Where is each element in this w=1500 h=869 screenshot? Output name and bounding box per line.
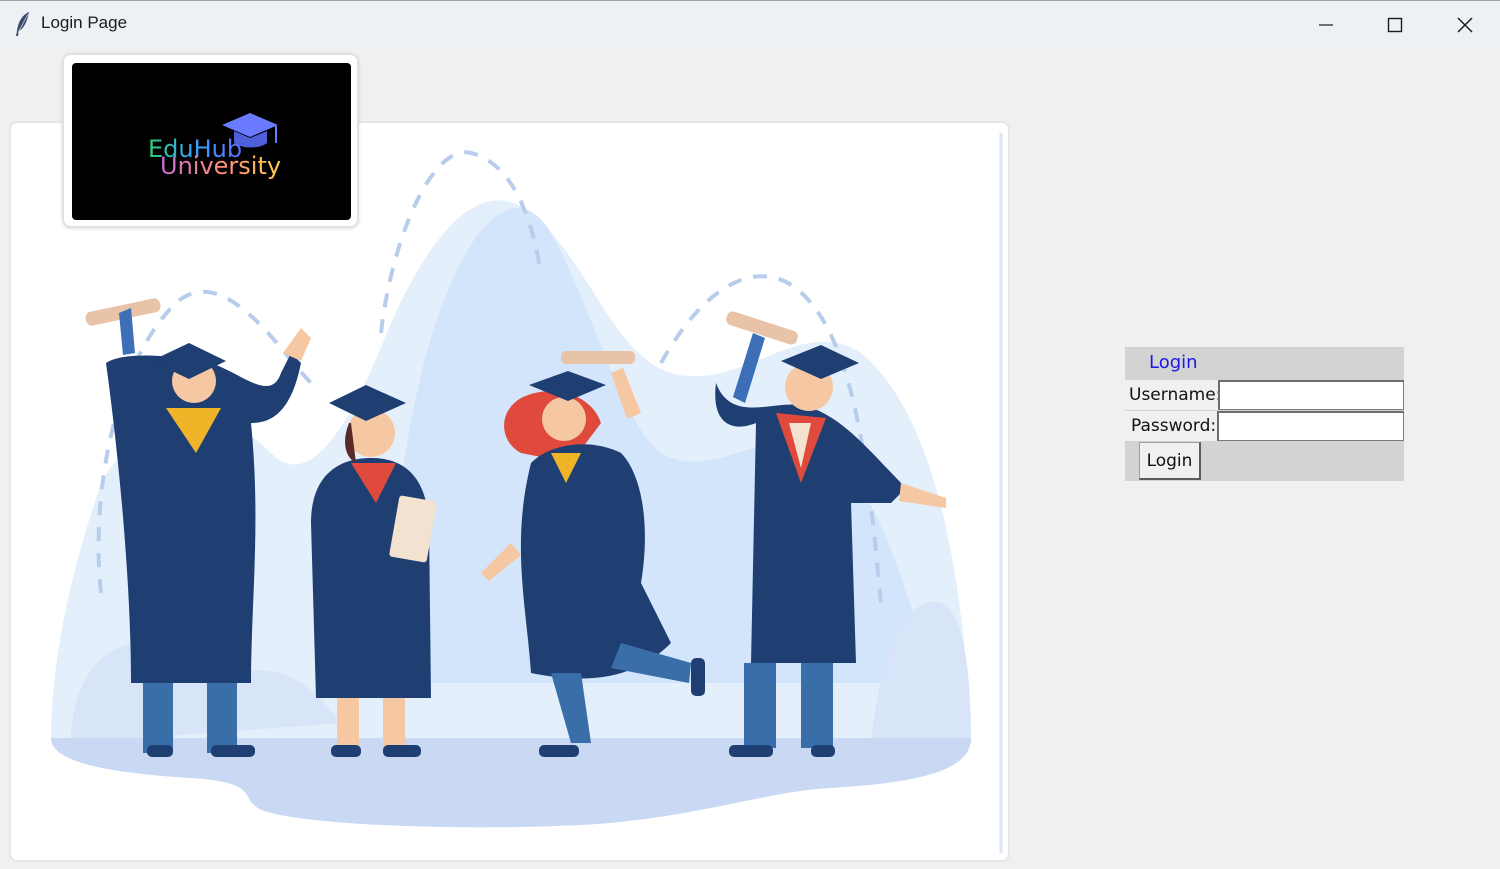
login-header: Login bbox=[1149, 352, 1198, 373]
minimize-button[interactable] bbox=[1291, 1, 1361, 48]
password-input[interactable] bbox=[1217, 411, 1404, 441]
window-title: Login Page bbox=[41, 13, 128, 32]
close-button[interactable] bbox=[1430, 1, 1500, 48]
university-logo-card: EduHub University bbox=[62, 53, 359, 228]
graduates-illustration bbox=[9, 121, 1010, 862]
minimize-icon bbox=[1319, 23, 1333, 26]
username-label: Username: bbox=[1125, 380, 1221, 410]
maximize-icon bbox=[1387, 17, 1403, 32]
maximize-button[interactable] bbox=[1360, 1, 1430, 48]
close-icon bbox=[1457, 16, 1473, 33]
logo-line2: University bbox=[160, 152, 281, 180]
window-titlebar: Login Page bbox=[0, 0, 1500, 47]
login-button[interactable]: Login bbox=[1139, 442, 1201, 480]
password-label: Password: bbox=[1125, 411, 1221, 441]
username-input[interactable] bbox=[1218, 380, 1404, 410]
university-logo: EduHub University bbox=[72, 63, 351, 220]
login-panel: Login Username: Password: Login bbox=[1125, 347, 1404, 481]
feather-icon bbox=[16, 12, 29, 36]
